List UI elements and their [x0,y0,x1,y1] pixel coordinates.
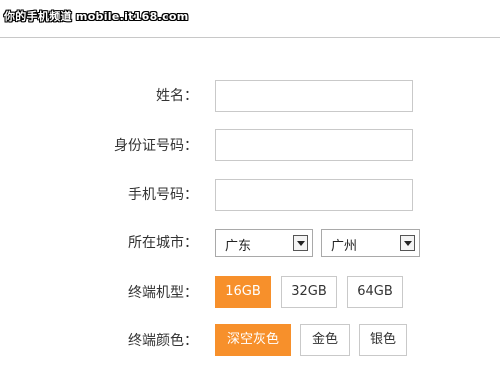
header-divider [0,37,500,38]
model-label: 终端机型： [128,285,198,301]
province-value: 广东 [225,239,252,254]
dropdown-arrow-icon[interactable] [293,235,308,251]
phone-input[interactable] [215,179,413,211]
model-option-16gb[interactable]: 16GB [215,276,271,308]
name-input[interactable] [215,80,413,112]
id-number-label: 身份证号码： [114,138,198,154]
dropdown-arrow-icon[interactable] [400,235,415,251]
model-option-32gb[interactable]: 32GB [281,276,337,308]
city-select[interactable]: 广州 [321,229,420,257]
phone-label: 手机号码： [128,187,198,203]
id-number-input[interactable] [215,129,413,161]
city-value: 广州 [331,239,358,254]
city-label: 所在城市： [128,235,198,251]
name-label: 姓名： [156,88,198,104]
model-option-64gb[interactable]: 64GB [347,276,403,308]
watermark: 你的手机频道 mobile.it168.com [4,10,189,23]
color-option-silver[interactable]: 银色 [359,324,407,356]
province-select[interactable]: 广东 [215,229,313,257]
color-option-space-gray[interactable]: 深空灰色 [215,324,291,356]
color-option-gold[interactable]: 金色 [300,324,350,356]
color-label: 终端颜色： [128,333,198,349]
